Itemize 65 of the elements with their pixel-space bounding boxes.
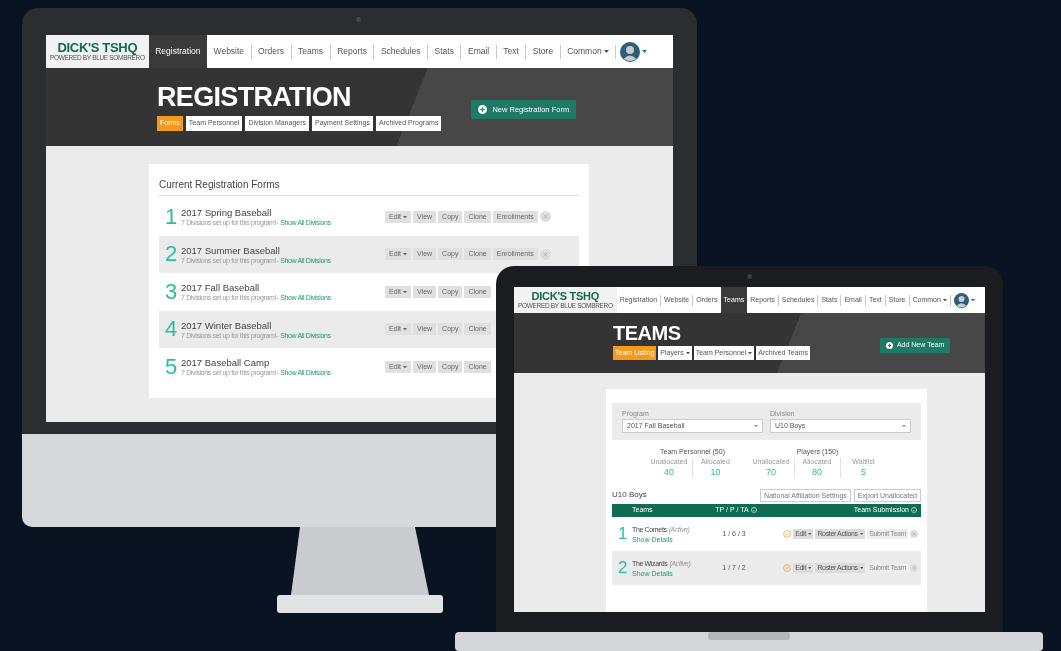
close-icon	[910, 563, 918, 572]
row-number: 1	[165, 205, 179, 228]
form-name: 2017 Baseball Camp	[181, 357, 271, 370]
caret-icon	[642, 50, 648, 53]
form-name: 2017 Spring Baseball	[181, 207, 273, 220]
row-number: 2	[165, 243, 179, 266]
form-name: 2017 Fall Baseball	[181, 282, 261, 295]
stat-value: 5	[861, 466, 866, 478]
section-title: U10 Boys	[612, 489, 647, 502]
stat-value: 40	[664, 466, 674, 478]
row-number: 4	[165, 318, 179, 341]
close-icon	[910, 529, 918, 538]
caret-icon	[403, 328, 408, 331]
row-number: 1	[618, 525, 629, 543]
info-icon	[911, 507, 917, 514]
close-icon	[539, 211, 551, 223]
caret-icon	[603, 50, 609, 53]
page-title: TEAMS	[613, 323, 682, 343]
caret-icon	[970, 298, 975, 302]
plus-icon	[885, 342, 893, 349]
caret-icon	[403, 253, 408, 256]
nav-tab[interactable]: Stats	[428, 35, 461, 68]
check-circle-icon	[783, 529, 792, 538]
close-icon	[539, 248, 551, 260]
row-number: 3	[165, 280, 179, 303]
caret-icon	[403, 365, 408, 368]
camera-icon	[356, 17, 361, 22]
logo-wordmark: DICK'S TSHQ	[531, 290, 600, 302]
nav-tab[interactable]: Website	[207, 35, 251, 68]
camera-icon	[747, 274, 752, 279]
nav-tab[interactable]: Teams	[291, 35, 330, 68]
avatar-icon	[620, 41, 641, 62]
caret-icon	[685, 351, 690, 354]
nav-tab[interactable]: Reports	[330, 35, 374, 68]
caret-icon	[807, 532, 812, 535]
page-title: REGISTRATION	[157, 84, 352, 111]
caret-icon	[748, 351, 753, 354]
row-number: 2	[618, 559, 629, 577]
stat-value: 80	[812, 466, 822, 478]
caret-icon	[902, 424, 906, 428]
nav-tab[interactable]: Common	[560, 35, 616, 68]
caret-icon	[403, 215, 408, 218]
stat-value: 70	[766, 466, 776, 478]
nav-tab[interactable]: Orders	[251, 35, 291, 68]
card-title: Current Registration Forms	[159, 180, 280, 190]
caret-icon	[859, 532, 864, 535]
info-icon	[750, 507, 757, 514]
caret-icon	[403, 290, 408, 293]
nav-tab[interactable]: Registration	[148, 35, 208, 68]
form-name: 2017 Winter Baseball	[181, 319, 273, 332]
nav-tab[interactable]: Text	[496, 35, 526, 68]
caret-icon	[807, 566, 812, 569]
caret-icon	[942, 298, 947, 302]
caret-icon	[754, 424, 758, 428]
nav-tab[interactable]: Store	[526, 35, 560, 68]
logo-wordmark: DICK'S TSHQ	[57, 41, 138, 55]
nav-tab[interactable]: Email	[461, 35, 496, 68]
caret-icon	[859, 566, 864, 569]
check-circle-icon	[783, 563, 792, 572]
form-name: 2017 Summer Baseball	[181, 244, 281, 257]
nav-tab[interactable]: Schedules	[374, 35, 428, 68]
plus-icon	[478, 105, 488, 114]
avatar-icon	[953, 292, 969, 308]
stat-value: 10	[710, 466, 721, 478]
row-number: 5	[165, 355, 179, 378]
